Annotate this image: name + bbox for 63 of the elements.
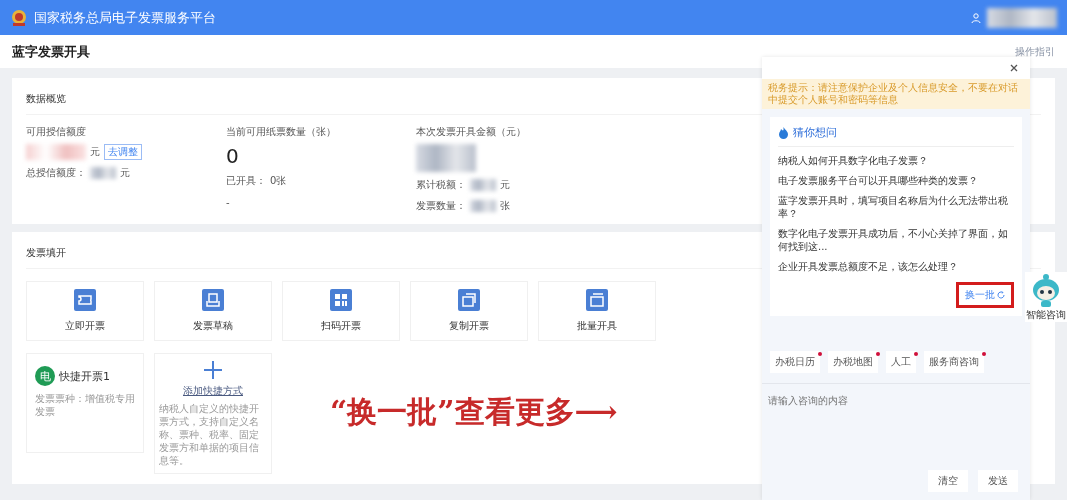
stat-label: 可用授信额度: [26, 125, 87, 139]
chat-button[interactable]: 清空: [928, 470, 968, 492]
stat-value: 0: [226, 144, 239, 168]
annotation-label: “换一批”查看更多⟶: [330, 393, 618, 431]
user-icon[interactable]: [971, 12, 981, 23]
stat-label: 总授信额度：: [26, 166, 86, 180]
redacted-blur: [470, 179, 496, 191]
action-tile[interactable]: 发票草稿: [154, 281, 272, 341]
unit-text: 元: [90, 145, 100, 159]
add-shortcut-link[interactable]: 添加快捷方式: [183, 384, 243, 398]
add-shortcut-card[interactable]: 添加快捷方式 纳税人自定义的快捷开票方式，支持自定义名称、票种、税率、固定发票方和单据的项目信息等。: [154, 353, 272, 474]
stat-label: 累计税额：: [416, 178, 466, 192]
shortcut-description: 纳税人自定义的快捷开票方式，支持自定义名称、票种、税率、固定发票方和单据的项目信息等。: [159, 402, 260, 467]
action-tile[interactable]: 复制开票: [410, 281, 528, 341]
stat-label: 本次发票开具金额（元）: [416, 125, 527, 139]
assistant-label: 智能咨询: [1026, 308, 1066, 322]
action-tile[interactable]: 立即开票: [26, 281, 144, 341]
suggested-question[interactable]: 电子发票服务平台可以开具哪些种类的发票？: [778, 174, 1014, 187]
shortcut-name: 快捷开票1: [59, 368, 110, 384]
redacted-blur: [26, 144, 86, 160]
refresh-button[interactable]: 换一批: [956, 282, 1014, 308]
redacted-blur: [470, 200, 496, 212]
redacted-blur: [90, 167, 116, 179]
page-title: 蓝字发票开具: [12, 42, 90, 61]
ticket-icon: [74, 289, 96, 311]
shortcut-card[interactable]: 电 快捷开票1 发票票种：增值税专用发票: [26, 353, 144, 453]
assistant-widget[interactable]: 智能咨询: [1025, 272, 1067, 322]
action-tile[interactable]: 扫码开票: [282, 281, 400, 341]
quick-tag[interactable]: 人工: [886, 351, 916, 373]
quick-tag[interactable]: 办税地图: [828, 351, 878, 373]
unit-text: 张: [500, 199, 510, 213]
quick-tag[interactable]: 服务商咨询: [924, 351, 984, 373]
chat-button[interactable]: 发送: [978, 470, 1018, 492]
quick-tag[interactable]: 办税日历: [770, 351, 820, 373]
qr-icon: [330, 289, 352, 311]
emblem-icon: [10, 8, 28, 27]
stat-label: 发票数量：: [416, 199, 466, 213]
suggested-question[interactable]: 纳税人如何开具数字化电子发票？: [778, 154, 1014, 167]
notice-banner: 税务提示：请注意保护企业及个人信息安全，不要在对话中提交个人账号和密码等信息: [762, 79, 1030, 109]
plus-icon: [203, 360, 223, 380]
stat-label: 已开具：: [226, 174, 266, 188]
redacted-blur: [416, 144, 476, 172]
shortcut-subtitle: 发票票种：增值税专用发票: [35, 392, 135, 418]
platform-title: 国家税务总局电子发票服务平台: [34, 8, 216, 27]
refresh-icon: [997, 291, 1005, 299]
stat-label: 当前可用纸票数量（张）: [226, 125, 337, 139]
invoice-badge: 电: [35, 366, 55, 386]
adjust-tag[interactable]: 去调整: [104, 144, 142, 160]
batch-icon: [586, 289, 608, 311]
flame-icon: [778, 126, 789, 139]
unit-text: 元: [500, 178, 510, 192]
redacted-blur: [987, 7, 1057, 28]
robot-mascot-icon: [1030, 272, 1062, 308]
close-icon: [1010, 64, 1018, 72]
unit-text: 元: [120, 166, 130, 180]
question-input[interactable]: 请输入咨询的内容: [762, 383, 1030, 464]
draft-icon: [202, 289, 224, 311]
copy-icon: [458, 289, 480, 311]
stat-value: 0张: [270, 174, 287, 188]
suggestion-title: 猜你想问: [793, 125, 837, 140]
suggested-question[interactable]: 蓝字发票开具时，填写项目名称后为什么无法带出税率？: [778, 194, 1014, 220]
stat-label: -: [226, 196, 230, 208]
action-tile[interactable]: 批量开具: [538, 281, 656, 341]
